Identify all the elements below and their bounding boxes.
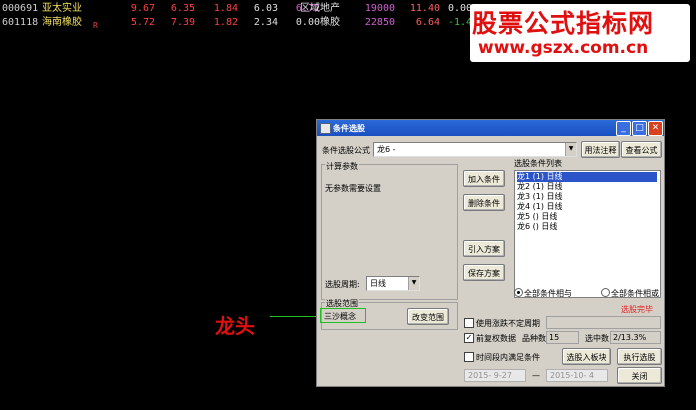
date-separator: — bbox=[532, 371, 540, 380]
time-range-label: 时间段内满足条件 bbox=[476, 353, 540, 362]
change-range-button[interactable]: 改变范围 bbox=[407, 308, 449, 325]
date-from-picker[interactable]: 2015- 9-27 bbox=[464, 369, 526, 382]
all-and-radio[interactable] bbox=[514, 288, 523, 297]
all-or-label: 全部条件相或 bbox=[611, 289, 659, 298]
date-to-value: 2015-10- 4 bbox=[550, 371, 594, 380]
chevron-down-icon[interactable]: ▼ bbox=[408, 277, 419, 290]
formula-select[interactable]: 龙6 - ▼ bbox=[373, 142, 577, 157]
stock-industry: 区域地产 bbox=[300, 3, 340, 14]
stock-code: 601118 bbox=[2, 17, 39, 28]
selected-box: 2/13.3% bbox=[610, 331, 661, 344]
view-formula-button[interactable]: 查看公式 bbox=[621, 141, 662, 158]
list-item[interactable]: 龙2 (1) 日线 bbox=[517, 182, 657, 192]
list-item[interactable]: 龙1 (1) 日线 bbox=[517, 172, 657, 182]
date-to-picker[interactable]: 2015-10- 4 bbox=[546, 369, 608, 382]
close-button[interactable]: 关闭 bbox=[617, 367, 662, 384]
stock-name: 亚太实业 bbox=[42, 3, 82, 14]
list-item[interactable]: 龙5 () 日线 bbox=[517, 212, 657, 222]
stock-count-box: 15 bbox=[546, 331, 579, 344]
period-value: 日线 bbox=[370, 279, 386, 288]
close-icon[interactable]: ✕ bbox=[648, 121, 663, 136]
stock-value: 19000 bbox=[364, 3, 395, 14]
stock-value: -1.47 bbox=[448, 17, 479, 28]
stock-industry: 橡胶 bbox=[320, 17, 340, 28]
status-text: 选股完毕 bbox=[621, 305, 653, 314]
dialog-title: 条件选股 bbox=[333, 124, 365, 133]
add-condition-button[interactable]: 加入条件 bbox=[463, 170, 505, 187]
delete-condition-button[interactable]: 删除条件 bbox=[463, 194, 505, 211]
stock-code: 000691 bbox=[2, 3, 39, 14]
stock-value: 7.39 bbox=[170, 17, 195, 28]
minimize-button[interactable]: _ bbox=[616, 121, 631, 136]
period-label: 选股周期: bbox=[325, 280, 360, 289]
condition-list[interactable]: 龙1 (1) 日线 龙2 (1) 日线 龙3 (1) 日线 龙4 (1) 日线 … bbox=[514, 170, 661, 298]
formula-label: 条件选股公式 bbox=[322, 146, 370, 155]
stock-count-value: 15 bbox=[549, 333, 560, 342]
period-input bbox=[546, 316, 661, 329]
stock-value: 6.64 bbox=[415, 17, 440, 28]
restore-data-label: 前复权数据 bbox=[476, 334, 516, 343]
stock-value: 6.03 bbox=[253, 3, 278, 14]
stock-value: 11.40 bbox=[409, 3, 440, 14]
stock-value: 0.00 bbox=[295, 17, 320, 28]
all-and-label: 全部条件相与 bbox=[524, 289, 572, 298]
stock-value: 0.00 bbox=[448, 3, 473, 14]
watermark-title: 股票公式指标网 bbox=[472, 9, 655, 38]
period-select[interactable]: 日线 ▼ bbox=[366, 276, 420, 291]
watermark-url: www.gszx.com.cn bbox=[478, 38, 649, 58]
save-plan-button[interactable]: 保存方案 bbox=[463, 264, 505, 281]
maximize-button[interactable]: □ bbox=[632, 121, 647, 136]
list-item[interactable]: 龙6 () 日线 bbox=[517, 222, 657, 232]
unfixed-period-checkbox[interactable] bbox=[464, 318, 474, 328]
stock-value: 2.34 bbox=[253, 17, 278, 28]
date-from-value: 2015- 9-27 bbox=[468, 371, 512, 380]
no-params-text: 无参数需要设置 bbox=[325, 184, 381, 193]
annotation-label: 龙头 bbox=[215, 314, 255, 338]
stock-value: 6.35 bbox=[170, 3, 195, 14]
stock-value: 22850 bbox=[364, 17, 395, 28]
title-bar[interactable]: 条件选股 _ □ ✕ bbox=[317, 120, 664, 136]
watermark-logo: 股票公式指标网 www.gszx.com.cn bbox=[470, 4, 690, 62]
chevron-down-icon[interactable]: ▼ bbox=[565, 143, 576, 156]
range-value: 三沙概念 bbox=[324, 312, 356, 321]
stock-value: 1.84 bbox=[213, 3, 238, 14]
list-item[interactable]: 龙4 (1) 日线 bbox=[517, 202, 657, 212]
usage-notes-button[interactable]: 用法注释 bbox=[581, 141, 620, 158]
formula-value: 龙6 - bbox=[377, 145, 396, 154]
import-plan-button[interactable]: 引入方案 bbox=[463, 240, 505, 257]
time-range-checkbox[interactable] bbox=[464, 352, 474, 362]
execute-button[interactable]: 执行选股 bbox=[617, 348, 662, 365]
selected-label: 选中数 bbox=[585, 334, 609, 343]
all-or-radio[interactable] bbox=[601, 288, 610, 297]
stock-name: 海南橡胶 bbox=[42, 17, 82, 28]
stock-value: 1.82 bbox=[213, 17, 238, 28]
app-icon bbox=[320, 123, 331, 134]
unfixed-period-label: 使用涨跌不定周期 bbox=[476, 319, 540, 328]
calc-params-title: 计算参数 bbox=[325, 161, 359, 172]
stock-screener-dialog: 条件选股 _ □ ✕ 条件选股公式 龙6 - ▼ 用法注释 查看公式 计算参数 … bbox=[316, 119, 665, 387]
list-item[interactable]: 龙3 (1) 日线 bbox=[517, 192, 657, 202]
stock-price: 9.67 bbox=[130, 3, 155, 14]
condition-list-title: 选股条件列表 bbox=[514, 159, 562, 168]
financing-flag: R bbox=[93, 21, 98, 30]
add-to-block-button[interactable]: 选股入板块 bbox=[562, 348, 611, 365]
restore-data-checkbox[interactable]: ✓ bbox=[464, 333, 474, 343]
stock-price: 5.72 bbox=[130, 17, 155, 28]
selected-value: 2/13.3% bbox=[613, 333, 647, 342]
stock-count-label: 品种数 bbox=[522, 334, 546, 343]
annotation-pointer-line bbox=[270, 316, 320, 317]
